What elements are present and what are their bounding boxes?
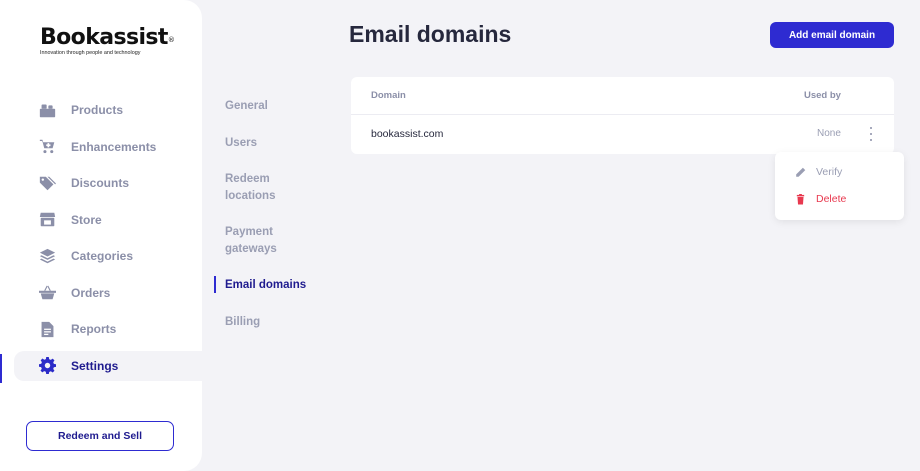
nav-label: Categories <box>71 249 134 263</box>
active-indicator <box>0 354 2 383</box>
row-actions-menu: Verify Delete <box>775 152 904 220</box>
nav-label: Orders <box>71 285 111 300</box>
nav-label: Products <box>71 103 124 117</box>
nav-item-orders[interactable]: Orders <box>0 278 202 308</box>
more-options-icon[interactable] <box>866 127 876 141</box>
subnav-item-redeem-locations[interactable]: Redeem locations <box>214 171 294 204</box>
tags-icon <box>38 174 56 192</box>
subnav-item-email-domains[interactable]: Email domains <box>214 276 334 294</box>
nav-item-enhancements[interactable]: Enhancements <box>0 132 202 162</box>
cart-icon <box>38 138 56 156</box>
redeem-and-sell-button[interactable]: Redeem and Sell <box>26 421 174 451</box>
nav-item-settings[interactable]: Settings <box>14 350 202 381</box>
menu-item-label: Verify <box>816 166 843 178</box>
logo-tagline: Innovation through people and technology <box>40 50 141 56</box>
pencil-icon <box>796 167 806 177</box>
page-title: Email domains <box>349 21 512 47</box>
nav-label: Enhancements <box>71 139 157 154</box>
email-domains-table: Domain Used by bookassist.com None <box>351 77 894 154</box>
subnav-item-users[interactable]: Users <box>214 135 334 152</box>
subnav-item-general[interactable]: General <box>214 98 334 115</box>
cell-used-by: None <box>817 128 841 139</box>
menu-item-label: Delete <box>816 193 847 205</box>
nav-item-products[interactable]: Products <box>0 95 202 125</box>
nav-item-store[interactable]: Store <box>0 205 202 235</box>
gear-icon <box>38 357 56 375</box>
nav-label: Discounts <box>71 176 130 190</box>
basket-icon <box>38 284 56 302</box>
table-divider <box>351 114 894 115</box>
nav-label: Store <box>71 212 102 227</box>
menu-item-delete[interactable]: Delete <box>795 193 846 205</box>
column-header-domain[interactable]: Domain <box>371 90 406 101</box>
settings-subnav: General Users Redeem locations Payment g… <box>214 98 334 350</box>
nav-item-categories[interactable]: Categories <box>0 241 202 271</box>
nav-label: Reports <box>71 322 117 336</box>
subnav-item-payment-gateways[interactable]: Payment gateways <box>214 224 294 257</box>
registered-mark: ® <box>167 36 175 44</box>
logo-title: Bookassist <box>40 25 168 50</box>
add-email-domain-button[interactable]: Add email domain <box>770 22 894 48</box>
cell-domain: bookassist.com <box>371 128 444 140</box>
nav-item-discounts[interactable]: Discounts <box>0 168 202 198</box>
main-nav: Products Enhancements Discounts Store Ca… <box>0 95 202 387</box>
sidebar: Bookassist® Innovation through people an… <box>0 0 202 471</box>
store-icon <box>38 211 56 229</box>
bookassist-logo[interactable]: Bookassist® Innovation through people an… <box>40 25 175 57</box>
layers-icon <box>38 247 56 265</box>
report-icon <box>38 320 56 338</box>
trash-icon <box>796 193 805 205</box>
menu-item-verify[interactable]: Verify <box>795 166 842 178</box>
products-icon <box>38 101 56 119</box>
column-header-used-by[interactable]: Used by <box>804 90 841 101</box>
nav-label: Settings <box>71 358 119 373</box>
subnav-item-billing[interactable]: Billing <box>214 314 334 331</box>
nav-item-reports[interactable]: Reports <box>0 314 202 344</box>
